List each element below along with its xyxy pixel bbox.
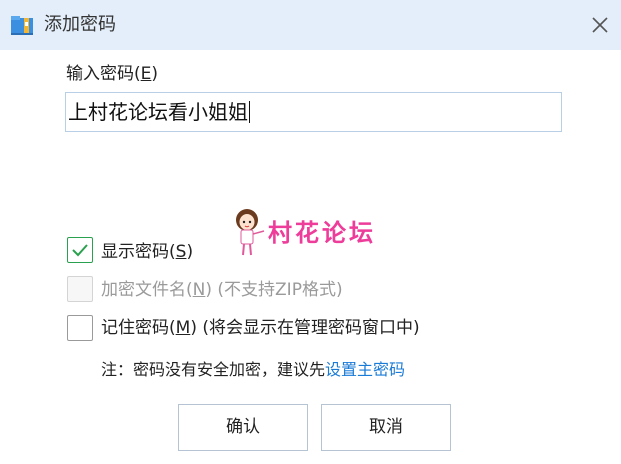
password-input[interactable]: 上村花论坛看小姐姐	[65, 92, 562, 132]
password-label-key: E	[140, 64, 152, 84]
confirm-button[interactable]: 确认	[178, 404, 308, 451]
option-label-key: M	[175, 318, 191, 338]
option-label-close: )	[186, 242, 194, 262]
text-caret	[249, 101, 250, 123]
close-icon[interactable]	[586, 11, 614, 39]
option-label-close: )	[190, 318, 197, 338]
watermark-text: 村花论坛	[268, 219, 376, 247]
girl-mascot-icon	[236, 209, 265, 256]
password-value: 上村花论坛看小姐姐	[68, 100, 248, 124]
remember-password-label[interactable]: 记住密码(M) (将会显示在管理密码窗口中)	[101, 317, 420, 339]
option-label-key: S	[175, 242, 187, 262]
option-note: (将会显示在管理密码窗口中)	[196, 318, 420, 338]
cancel-button[interactable]: 取消	[321, 404, 451, 451]
title-bar: 添加密码	[0, 0, 621, 50]
option-note: (不支持ZIP格式)	[212, 280, 343, 300]
option-label-text: 显示密码(	[101, 242, 176, 262]
encrypt-filenames-label: 加密文件名(N) (不支持ZIP格式)	[101, 279, 343, 301]
archive-icon	[11, 16, 33, 35]
window-title: 添加密码	[44, 14, 116, 35]
encrypt-filenames-checkbox	[67, 276, 93, 302]
security-note-text: 注：密码没有安全加密，建议先	[101, 360, 326, 379]
remember-password-checkbox[interactable]	[67, 315, 93, 341]
show-password-label[interactable]: 显示密码(S)	[101, 241, 193, 263]
watermark: 村花论坛	[232, 207, 392, 259]
option-label-text: 加密文件名(	[101, 280, 193, 300]
show-password-checkbox[interactable]	[67, 237, 93, 263]
security-note: 注：密码没有安全加密，建议先设置主密码	[101, 359, 405, 381]
option-label-key: N	[192, 280, 206, 300]
option-label-text: 记住密码(	[101, 318, 176, 338]
password-label-text: 输入密码(	[66, 64, 141, 84]
set-master-password-link[interactable]: 设置主密码	[325, 360, 405, 379]
password-label-close: )	[151, 64, 159, 84]
option-label-close: )	[205, 280, 212, 300]
checkmark-icon	[72, 244, 88, 257]
password-label: 输入密码(E)	[66, 63, 158, 85]
